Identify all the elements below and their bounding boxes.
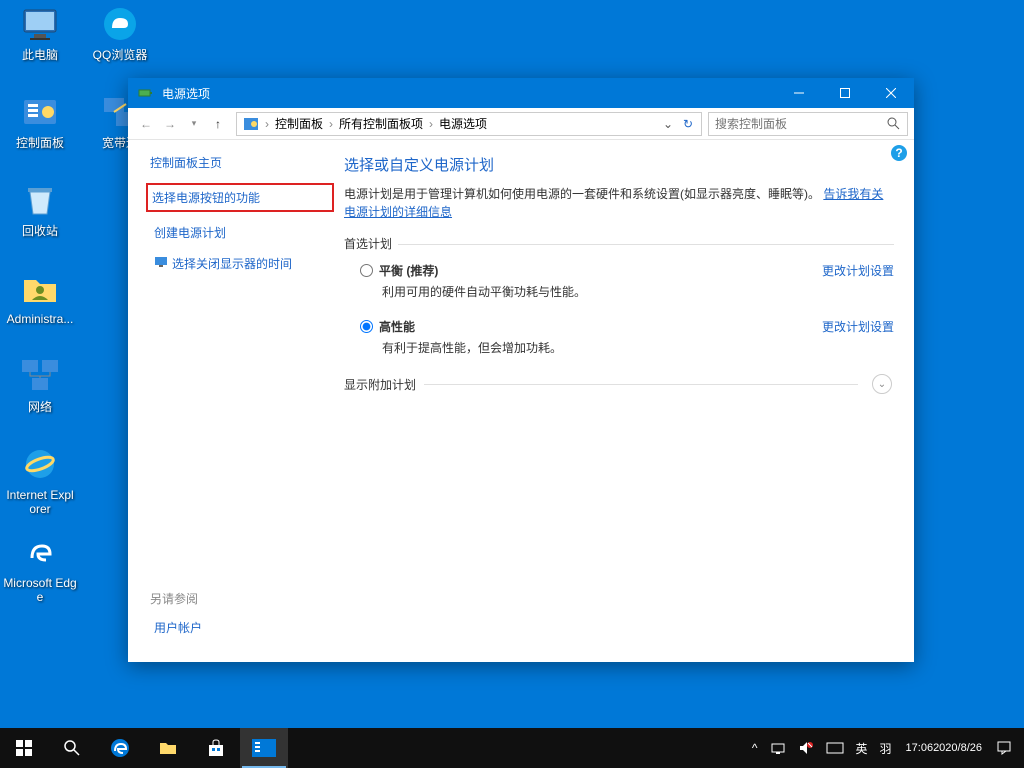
- plan-radio-balanced[interactable]: 平衡 (推荐): [360, 262, 438, 279]
- up-button[interactable]: ↑: [206, 112, 230, 136]
- show-additional-plans-label: 显示附加计划: [344, 376, 416, 393]
- desktop-icon-label: 网络: [28, 400, 52, 414]
- tray-clock[interactable]: 17:06 2020/8/26: [898, 728, 990, 768]
- help-icon[interactable]: ?: [890, 144, 908, 162]
- chevron-right-icon: ›: [263, 117, 271, 131]
- tray-ime-mode[interactable]: 羽: [874, 728, 898, 768]
- monitor-icon: [154, 255, 168, 272]
- show-additional-plans-row: 显示附加计划 ⌄: [344, 374, 894, 394]
- plan-description: 利用可用的硬件自动平衡功耗与性能。: [382, 283, 894, 300]
- control-panel-icon: [242, 115, 260, 133]
- search-input[interactable]: [715, 117, 887, 131]
- start-button[interactable]: [0, 728, 48, 768]
- plan-name: 平衡 (推荐): [379, 262, 438, 279]
- minimize-button[interactable]: [776, 78, 822, 108]
- desktop-icon-control-panel[interactable]: 控制面板: [2, 90, 78, 168]
- titlebar[interactable]: 电源选项: [128, 78, 914, 108]
- tray-notifications-icon[interactable]: [990, 728, 1018, 768]
- address-bar[interactable]: › 控制面板 › 所有控制面板项 › 电源选项 ⌄ ↻: [236, 112, 702, 136]
- sidebar-home-link[interactable]: 控制面板主页: [150, 154, 326, 171]
- desktop-icon-label: Administra...: [7, 312, 74, 326]
- content-area: 控制面板主页 选择电源按钮的功能 创建电源计划 选择关闭显示器的时间 另请参阅 …: [128, 140, 914, 662]
- taskbar-store[interactable]: [192, 728, 240, 768]
- page-heading: 选择或自定义电源计划: [344, 154, 894, 175]
- desktop-icon-this-pc[interactable]: 此电脑: [2, 2, 78, 80]
- change-plan-settings-link[interactable]: 更改计划设置: [822, 318, 894, 335]
- radio-input[interactable]: [360, 264, 373, 277]
- desktop-icon-label: Microsoft Edge: [3, 576, 77, 604]
- clock-date: 2020/8/26: [933, 741, 982, 755]
- chevron-right-icon: ›: [327, 117, 335, 131]
- taskbar-edge[interactable]: [96, 728, 144, 768]
- plan-name: 高性能: [379, 318, 415, 335]
- svg-text:?: ?: [895, 146, 902, 160]
- address-dropdown[interactable]: ⌄: [659, 117, 677, 131]
- desktop-icon-edge[interactable]: Microsoft Edge: [2, 530, 78, 608]
- sidebar-link-power-button[interactable]: 选择电源按钮的功能: [146, 183, 334, 212]
- main-panel: ? 选择或自定义电源计划 电源计划是用于管理计算机如何使用电源的一套硬件和系统设…: [336, 140, 914, 662]
- tray-overflow[interactable]: ^: [746, 728, 764, 768]
- chevron-right-icon: ›: [427, 117, 435, 131]
- taskbar-file-explorer[interactable]: [144, 728, 192, 768]
- tray-network-icon[interactable]: [764, 728, 792, 768]
- power-plan-balanced: 平衡 (推荐) 更改计划设置 利用可用的硬件自动平衡功耗与性能。: [360, 262, 894, 300]
- breadcrumb-item[interactable]: 控制面板: [271, 115, 327, 132]
- desktop-icon-network[interactable]: 网络: [2, 354, 78, 432]
- tray-keyboard-icon[interactable]: [820, 728, 850, 768]
- see-also-header: 另请参阅: [150, 590, 206, 607]
- plan-radio-high-performance[interactable]: 高性能: [360, 318, 415, 335]
- sidebar-link-create-plan[interactable]: 创建电源计划: [150, 222, 326, 243]
- taskbar-control-panel[interactable]: [240, 728, 288, 768]
- change-plan-settings-link[interactable]: 更改计划设置: [822, 262, 894, 279]
- page-description: 电源计划是用于管理计算机如何使用电源的一套硬件和系统设置(如显示器亮度、睡眠等)…: [344, 185, 894, 221]
- breadcrumb-item[interactable]: 所有控制面板项: [335, 115, 427, 132]
- tray-volume-icon[interactable]: [792, 728, 820, 768]
- search-box[interactable]: [708, 112, 908, 136]
- desktop-icon-label: Internet Explorer: [3, 488, 77, 516]
- desktop-icon-user-folder[interactable]: Administra...: [2, 266, 78, 344]
- plan-description: 有利于提高性能，但会增加功耗。: [382, 339, 894, 356]
- desktop-icon-label: 控制面板: [16, 136, 64, 150]
- window-title: 电源选项: [162, 85, 776, 102]
- sidebar-link-display-off[interactable]: 选择关闭显示器的时间: [150, 253, 326, 274]
- radio-input[interactable]: [360, 320, 373, 333]
- desktop-icon-qq-browser[interactable]: QQ浏览器: [82, 2, 158, 80]
- tray-ime-lang[interactable]: 英: [850, 728, 874, 768]
- sidebar: 控制面板主页 选择电源按钮的功能 创建电源计划 选择关闭显示器的时间 另请参阅 …: [128, 140, 336, 662]
- sidebar-link-user-accounts[interactable]: 用户帐户: [150, 617, 206, 638]
- system-tray: ^ 英 羽 17:06 2020/8/26: [746, 728, 1024, 768]
- back-button[interactable]: ←: [134, 112, 158, 136]
- expand-button[interactable]: ⌄: [872, 374, 892, 394]
- control-panel-window: 电源选项 ← → ▾ ↑ › 控制面板 › 所有控制面板项 › 电源选项 ⌄ ↻…: [128, 78, 914, 662]
- taskbar: ^ 英 羽 17:06 2020/8/26: [0, 728, 1024, 768]
- desktop-icon-ie[interactable]: Internet Explorer: [2, 442, 78, 520]
- show-desktop-button[interactable]: [1018, 728, 1024, 768]
- breadcrumb-item[interactable]: 电源选项: [435, 115, 491, 132]
- preferred-plans-label: 首选计划: [344, 235, 894, 252]
- search-icon[interactable]: [887, 117, 901, 131]
- recent-dropdown[interactable]: ▾: [182, 112, 206, 136]
- search-button[interactable]: [48, 728, 96, 768]
- desktop-icon-recycle-bin[interactable]: 回收站: [2, 178, 78, 256]
- refresh-button[interactable]: ↻: [677, 117, 699, 131]
- forward-button: →: [158, 112, 182, 136]
- close-button[interactable]: [868, 78, 914, 108]
- battery-icon: [138, 85, 154, 101]
- maximize-button[interactable]: [822, 78, 868, 108]
- desktop-icon-label: 此电脑: [22, 48, 58, 62]
- navigation-bar: ← → ▾ ↑ › 控制面板 › 所有控制面板项 › 电源选项 ⌄ ↻: [128, 108, 914, 140]
- power-plan-high-performance: 高性能 更改计划设置 有利于提高性能，但会增加功耗。: [360, 318, 894, 356]
- desktop-icon-label: QQ浏览器: [93, 48, 148, 62]
- clock-time: 17:06: [906, 741, 934, 755]
- desktop-icon-label: 回收站: [22, 224, 58, 238]
